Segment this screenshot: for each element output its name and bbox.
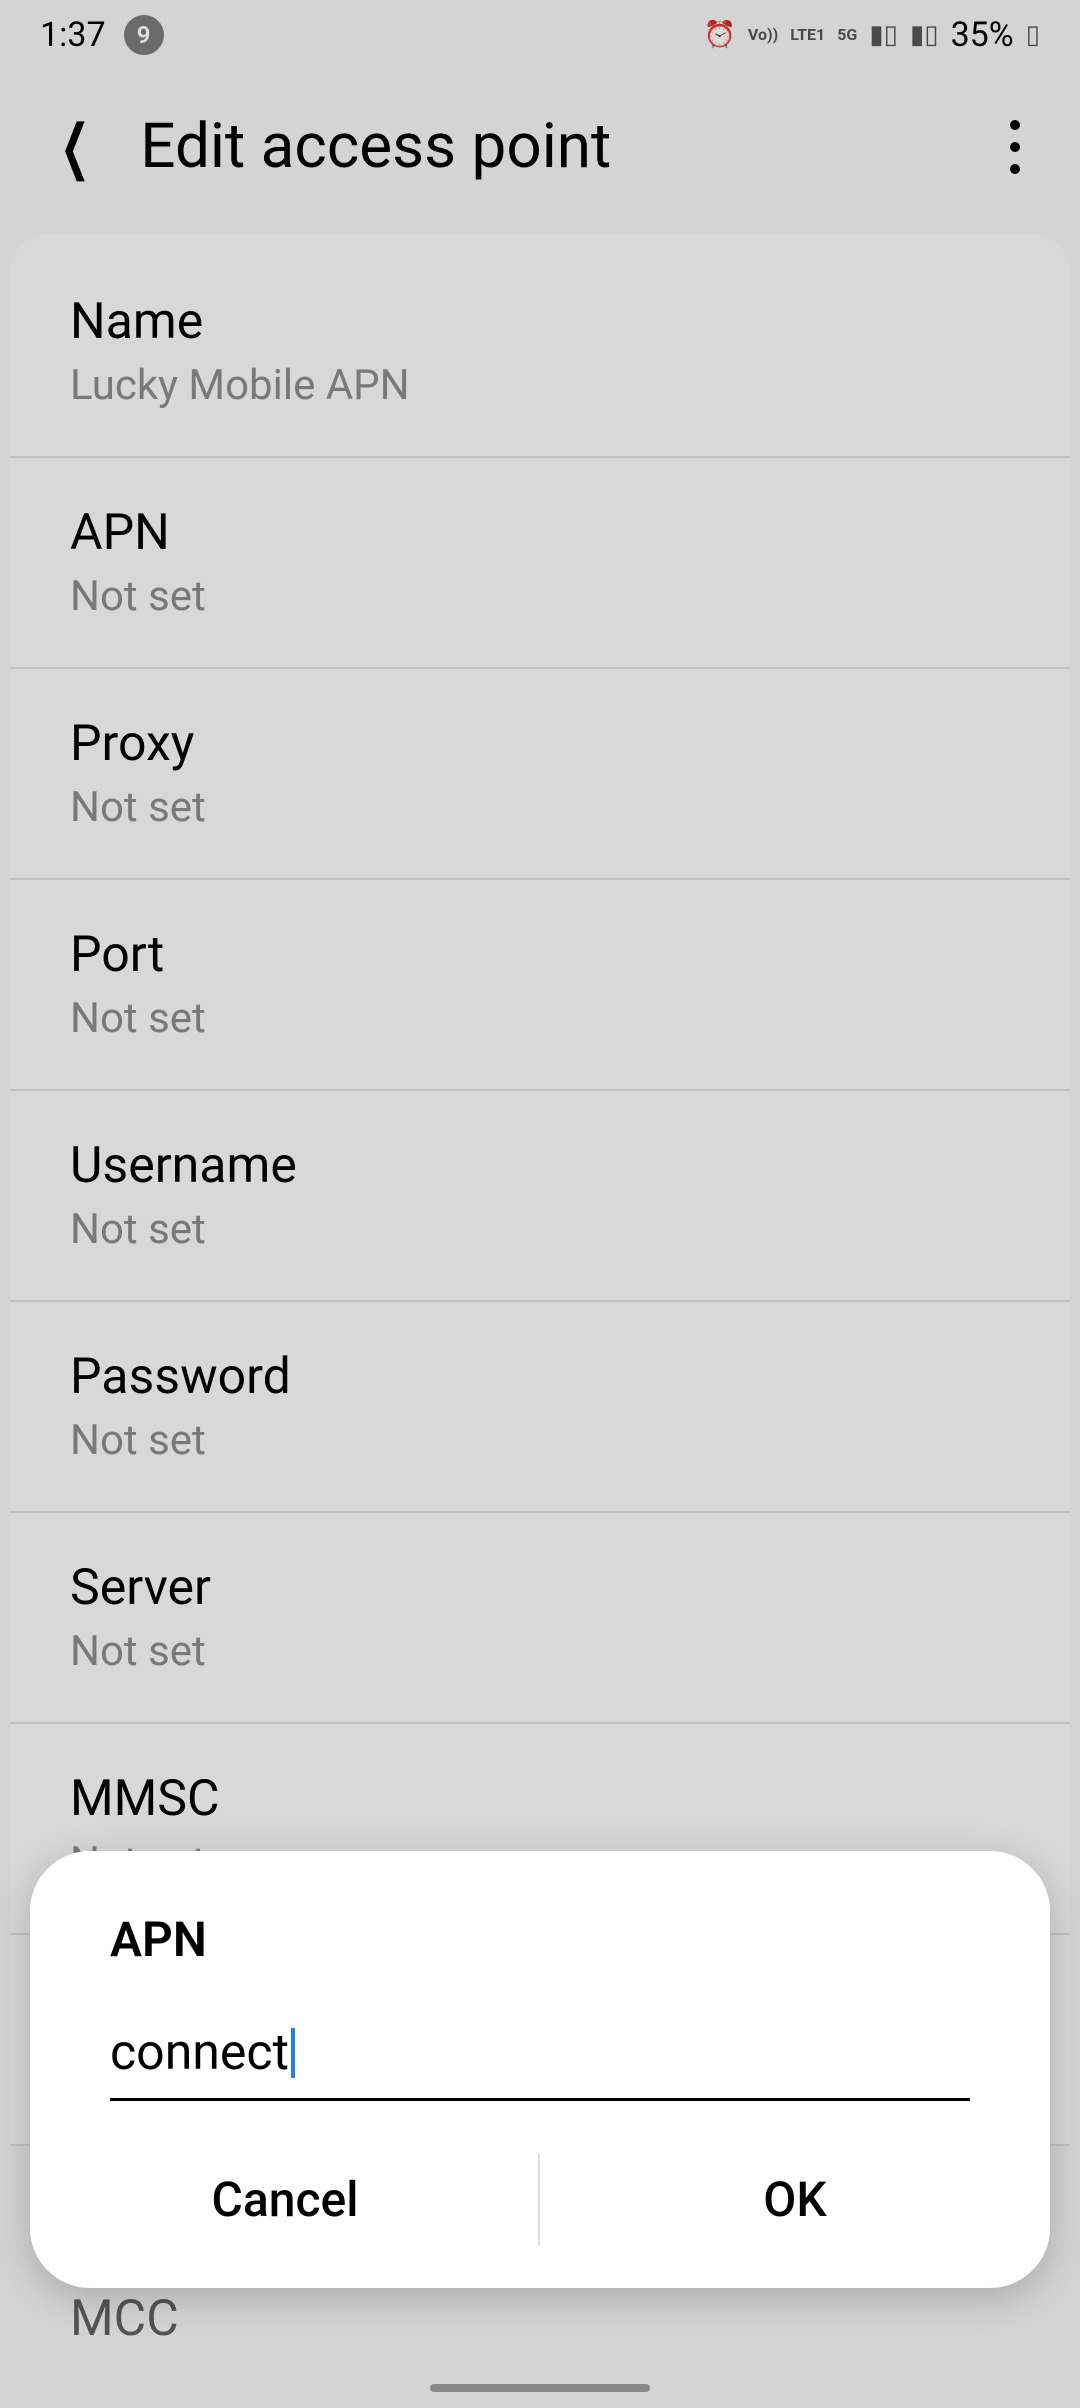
- navigation-handle[interactable]: [430, 2384, 650, 2392]
- dialog-title: APN: [30, 1911, 1050, 1968]
- apn-input-value: connect: [110, 2024, 289, 2082]
- cancel-button[interactable]: Cancel: [30, 2141, 540, 2258]
- apn-input[interactable]: connect: [110, 2008, 970, 2101]
- apn-edit-dialog: APN connect Cancel OK: [30, 1851, 1050, 2288]
- ok-button[interactable]: OK: [540, 2141, 1050, 2258]
- setting-row-mcc-peek: MCC: [70, 2290, 179, 2348]
- text-cursor: [291, 2028, 295, 2078]
